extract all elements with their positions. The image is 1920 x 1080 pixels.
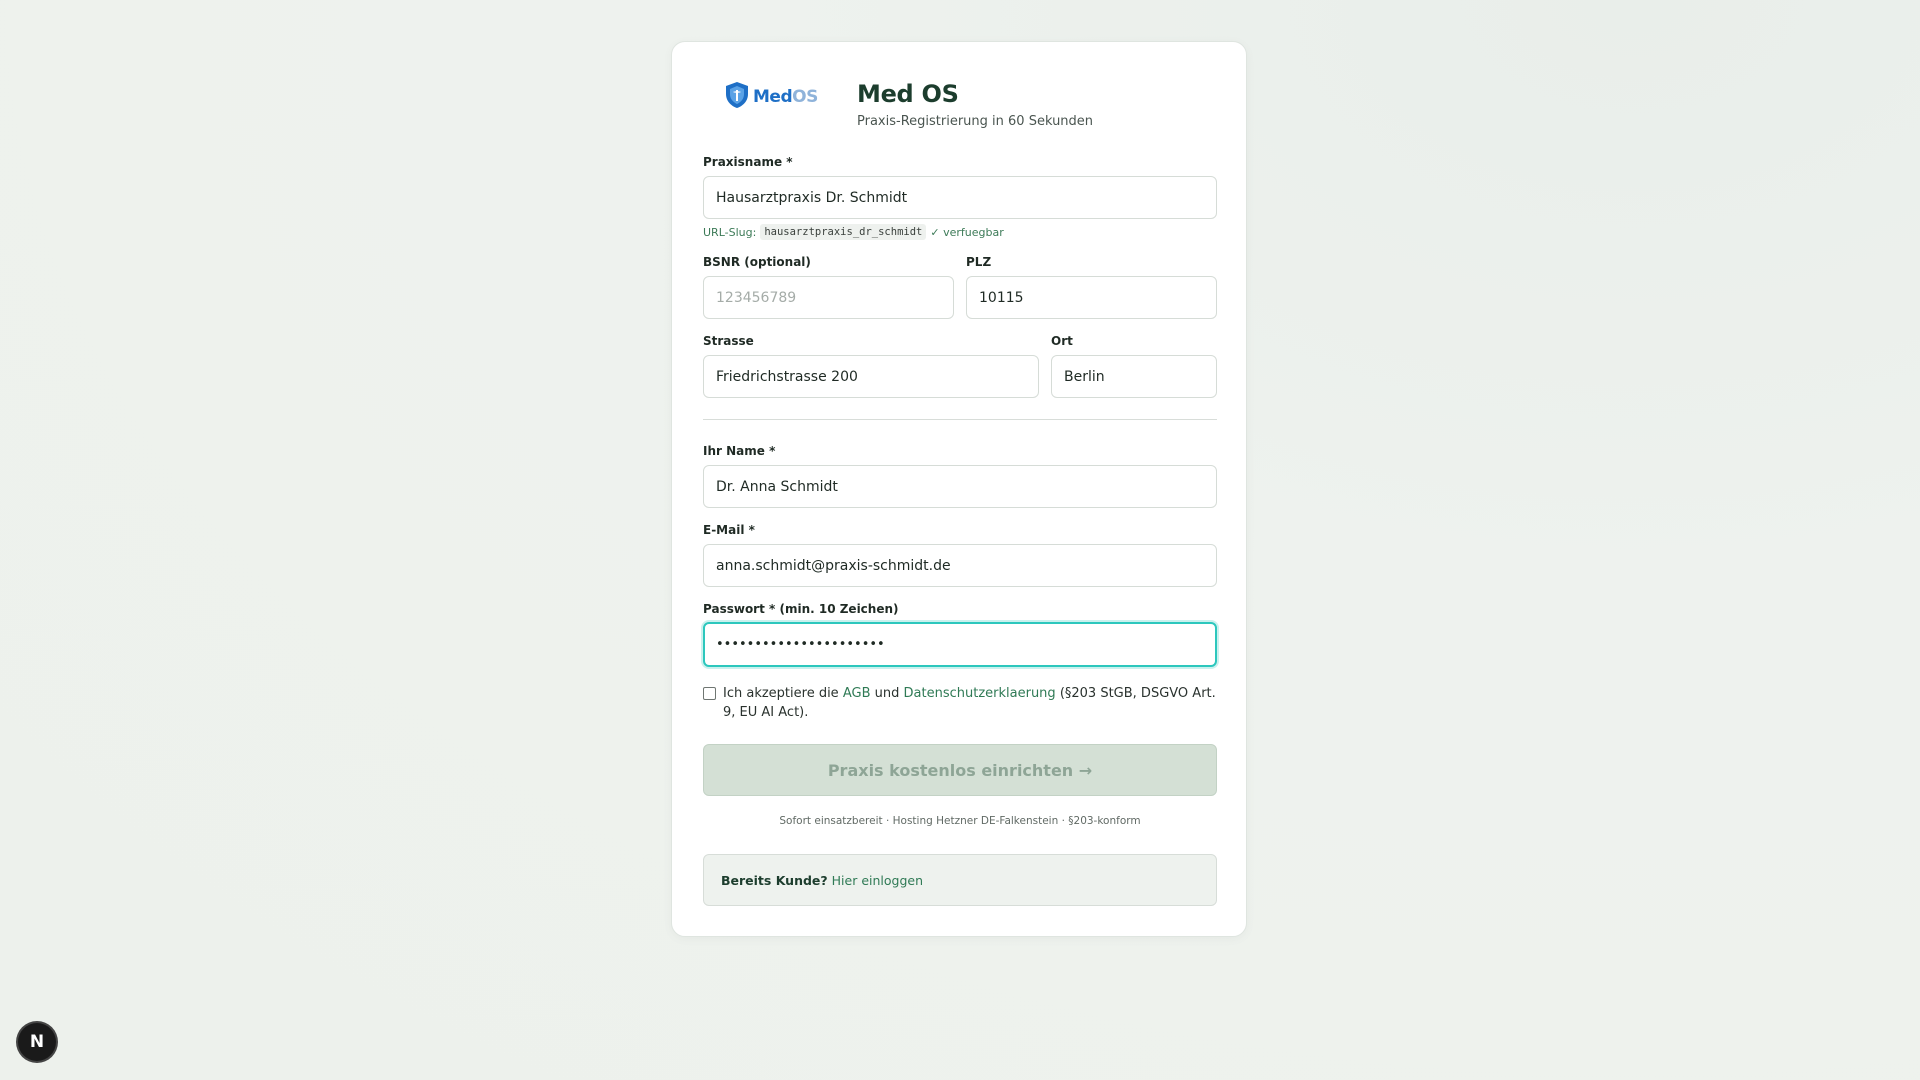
consent-row: Ich akzeptiere die AGB und Datenschutzer…	[703, 684, 1217, 722]
page-title: Med OS	[857, 80, 959, 108]
consent-checkbox[interactable]	[703, 687, 716, 700]
agb-link[interactable]: AGB	[843, 686, 871, 701]
city-label: Ort	[1051, 334, 1073, 348]
consent-text-middle: und	[874, 686, 900, 701]
plz-input[interactable]	[966, 276, 1217, 319]
city-input[interactable]	[1051, 355, 1217, 398]
consent-text: Ich akzeptiere die AGB und Datenschutzer…	[723, 684, 1217, 722]
logo-text-med: Med	[753, 87, 793, 107]
plz-label: PLZ	[966, 255, 992, 269]
login-box: Bereits Kunde? Hier einloggen	[703, 854, 1217, 906]
practice-name-input[interactable]	[703, 176, 1217, 219]
email-input[interactable]	[703, 544, 1217, 587]
name-label: Ihr Name *	[703, 444, 776, 458]
email-label: E-Mail *	[703, 523, 755, 537]
consent-text-before: Ich akzeptiere die	[723, 686, 839, 701]
street-input[interactable]	[703, 355, 1039, 398]
slug-value: hausarztpraxis_dr_schmidt	[760, 224, 927, 240]
name-input[interactable]	[703, 465, 1217, 508]
dev-tools-badge[interactable]: N	[18, 1023, 56, 1061]
practice-name-label: Praxisname *	[703, 155, 793, 169]
shield-icon	[724, 81, 750, 113]
logo-text-os: OS	[792, 87, 818, 107]
hosting-footnote: Sofort einsatzbereit · Hosting Hetzner D…	[779, 815, 1141, 827]
url-slug-hint: URL-Slug: hausarztpraxis_dr_schmidt ✓ ve…	[703, 224, 1004, 240]
logo: MedOS	[724, 80, 818, 114]
street-label: Strasse	[703, 334, 754, 348]
privacy-link[interactable]: Datenschutzerklaerung	[904, 686, 1056, 701]
bsnr-input[interactable]	[703, 276, 954, 319]
login-question: Bereits Kunde?	[721, 872, 828, 888]
page-subtitle: Praxis-Registrierung in 60 Sekunden	[857, 114, 1094, 129]
section-divider	[703, 419, 1217, 420]
bsnr-label: BSNR (optional)	[703, 255, 811, 269]
registration-card: MedOS Med OS Praxis-Registrierung in 60 …	[671, 41, 1247, 937]
login-link[interactable]: Hier einloggen	[832, 873, 923, 888]
brand-block: Med OS Praxis-Registrierung in 60 Sekund…	[857, 80, 1093, 129]
password-input[interactable]	[703, 622, 1217, 667]
submit-button[interactable]: Praxis kostenlos einrichten →	[703, 744, 1217, 796]
slug-status: ✓ verfuegbar	[930, 225, 1004, 239]
slug-prefix: URL-Slug:	[703, 225, 757, 239]
password-label: Passwort * (min. 10 Zeichen)	[703, 602, 899, 616]
